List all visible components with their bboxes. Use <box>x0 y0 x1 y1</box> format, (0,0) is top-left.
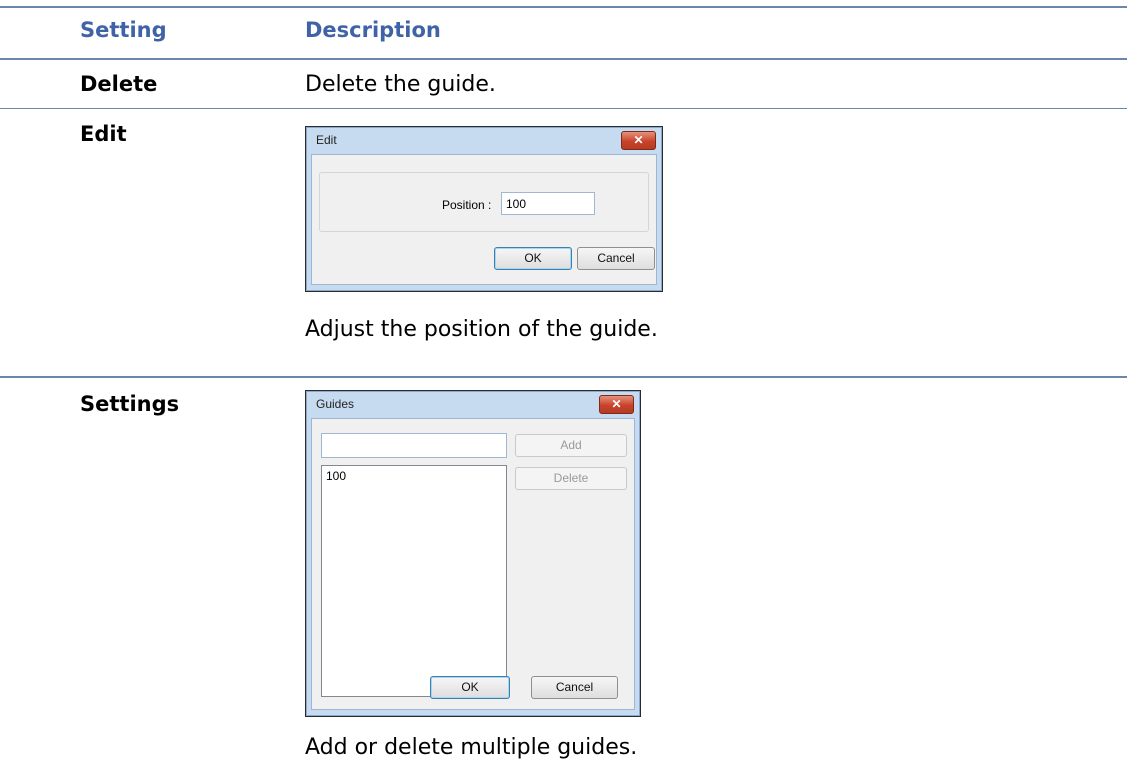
row-rule-edit <box>0 376 1127 378</box>
setting-delete: Delete <box>80 72 158 96</box>
close-icon[interactable]: ✕ <box>621 131 656 150</box>
add-button[interactable]: Add <box>515 434 627 457</box>
close-icon[interactable]: ✕ <box>599 395 634 414</box>
edit-dialog: Edit ✕ Position : 100 OK Cancel <box>305 126 663 292</box>
setting-settings: Settings <box>80 392 180 416</box>
position-label: Position : <box>442 198 492 212</box>
caption-edit: Adjust the position of the guide. <box>305 317 658 342</box>
column-header-description: Description <box>305 18 441 42</box>
table-top-rule <box>0 6 1127 8</box>
setting-edit: Edit <box>80 122 127 146</box>
header-rule <box>0 58 1127 60</box>
guide-value-input[interactable] <box>321 433 507 458</box>
cancel-button[interactable]: Cancel <box>531 676 618 699</box>
delete-button[interactable]: Delete <box>515 467 627 490</box>
cancel-button[interactable]: Cancel <box>577 247 655 270</box>
list-item[interactable]: 100 <box>326 469 346 483</box>
edit-dialog-title: Edit <box>316 133 337 147</box>
edit-dialog-client: Position : 100 OK Cancel <box>311 154 657 285</box>
guides-list[interactable]: 100 <box>321 465 507 697</box>
guides-dialog: Guides ✕ Add 100 Delete OK Cancel <box>305 390 641 717</box>
description-delete: Delete the guide. <box>305 72 496 97</box>
column-header-setting: Setting <box>80 18 167 42</box>
position-input[interactable]: 100 <box>501 192 595 215</box>
ok-button[interactable]: OK <box>430 676 510 699</box>
ok-button[interactable]: OK <box>494 247 572 270</box>
caption-settings: Add or delete multiple guides. <box>305 735 638 760</box>
guides-dialog-client: Add 100 Delete OK Cancel <box>311 418 635 710</box>
guides-dialog-title: Guides <box>316 397 355 411</box>
row-rule-delete <box>0 108 1127 109</box>
